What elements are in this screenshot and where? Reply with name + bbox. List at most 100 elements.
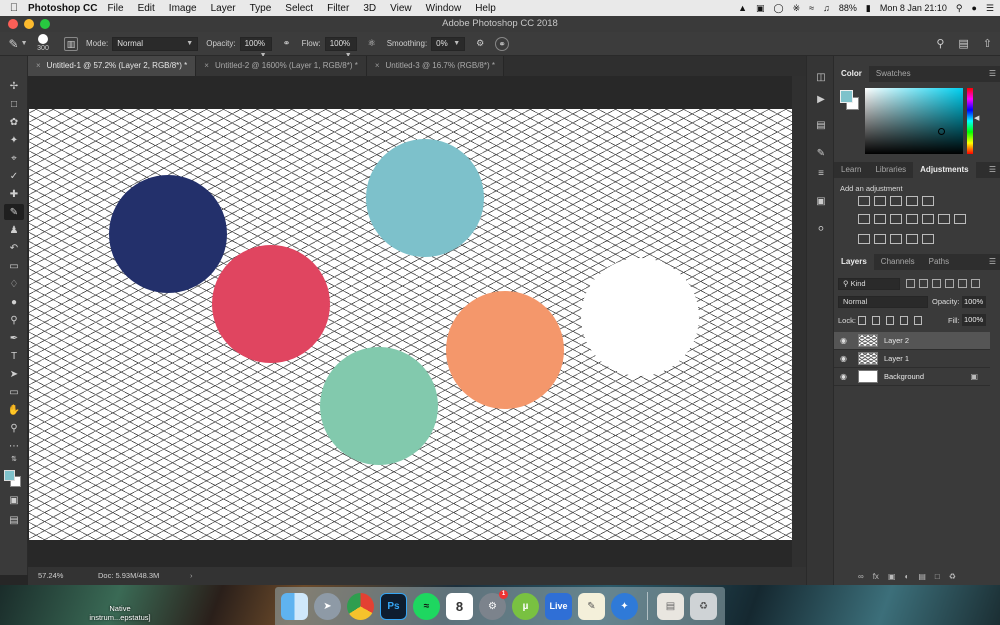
notification-center-icon[interactable]: ☰ <box>986 3 994 14</box>
channel-mixer-icon[interactable] <box>938 214 950 224</box>
rectangle-tool-icon[interactable]: ▭ <box>4 384 24 400</box>
lock-all-icon[interactable] <box>914 316 922 325</box>
panel-menu-icon[interactable]: ☰ <box>989 162 996 178</box>
share-icon[interactable]: ⇧ <box>983 37 992 50</box>
fill-input[interactable]: 100% <box>962 314 986 326</box>
zoom-tool-icon[interactable]: ⚲ <box>4 420 24 436</box>
brush-preset-icon[interactable]: ✎ ▼ <box>6 34 30 54</box>
menu-window[interactable]: Window <box>426 3 462 14</box>
tab-learn[interactable]: Learn <box>834 162 868 178</box>
clone-stamp-tool-icon[interactable]: ♟ <box>4 222 24 238</box>
opacity-input[interactable]: 100% ▼ <box>239 36 272 59</box>
wifi-icon[interactable]: ≈ <box>809 3 814 13</box>
hue-slider-handle-icon[interactable]: ◀ <box>974 114 979 122</box>
history-panel-icon[interactable]: ◫ <box>813 72 829 86</box>
user-avatar-icon[interactable]: ● <box>971 3 976 13</box>
exposure-icon[interactable] <box>906 196 918 206</box>
lock-position-icon[interactable] <box>886 316 894 325</box>
layer-lock-icon[interactable]: ▣ <box>970 372 978 381</box>
flow-input[interactable]: 100% ▼ <box>324 36 357 59</box>
battery-percent[interactable]: 88% <box>839 3 857 13</box>
tab-layers[interactable]: Layers <box>834 254 874 270</box>
libraries-cloud-icon[interactable]: ⚪ <box>813 224 829 238</box>
layer-kind-filter[interactable]: ⚲ Kind <box>838 278 900 290</box>
layer-row-layer-1[interactable]: ◉ Layer 1 <box>834 350 990 368</box>
color-picker-marker[interactable] <box>938 128 945 135</box>
chrome-icon[interactable] <box>347 592 374 620</box>
utorrent-icon[interactable]: µ <box>512 592 539 620</box>
brush-panel-toggle-icon[interactable]: ▥ <box>64 36 78 51</box>
type-filter-icon[interactable] <box>932 279 941 288</box>
notes-app-icon[interactable]: ✎ <box>578 592 605 620</box>
photo-filter-icon[interactable] <box>922 214 934 224</box>
levels-icon[interactable] <box>874 196 886 206</box>
posterize-icon[interactable] <box>874 234 886 244</box>
smart-object-filter-icon[interactable] <box>958 279 967 288</box>
documents-stack-icon[interactable]: ▤ <box>657 592 684 620</box>
apple-menu-icon[interactable]:  <box>0 2 28 14</box>
panel-foreground-swatch[interactable] <box>840 90 853 103</box>
visibility-eye-icon[interactable]: ◉ <box>840 354 847 363</box>
type-tool-icon[interactable]: T <box>4 348 24 364</box>
lock-transparent-icon[interactable] <box>858 316 866 325</box>
actions-play-icon[interactable]: ▶ <box>813 94 829 108</box>
filter-toggle-icon[interactable] <box>971 279 980 288</box>
eyedropper-tool-icon[interactable]: ✓ <box>4 168 24 184</box>
panel-menu-icon[interactable]: ☰ <box>989 254 996 270</box>
finder-icon[interactable] <box>281 592 308 620</box>
trash-icon[interactable]: ♻ <box>690 592 717 620</box>
black-white-icon[interactable] <box>906 214 918 224</box>
tab-color[interactable]: Color <box>834 66 869 82</box>
lasso-tool-icon[interactable]: ✿ <box>4 114 24 130</box>
eraser-tool-icon[interactable]: ▭ <box>4 258 24 274</box>
3d-cube-icon[interactable]: ▣ <box>813 196 829 210</box>
blend-mode-select[interactable]: Normal <box>838 296 928 308</box>
zoom-window-button[interactable] <box>40 19 50 29</box>
new-group-folder-icon[interactable]: ▤ <box>918 572 926 581</box>
minimize-window-button[interactable] <box>24 19 34 29</box>
tab-paths[interactable]: Paths <box>922 254 956 270</box>
zoom-level[interactable]: 57.24% <box>38 567 63 585</box>
menu-image[interactable]: Image <box>169 3 197 14</box>
screen-mode-icon[interactable]: ▤ <box>4 512 24 528</box>
desktop-file-label[interactable]: Native instrum...epstatus] <box>70 604 170 622</box>
foreground-color-swatch[interactable] <box>4 470 15 481</box>
pressure-size-icon[interactable]: ⚭ <box>495 36 510 51</box>
shape-filter-icon[interactable] <box>945 279 954 288</box>
pen-tool-icon[interactable]: ✒ <box>4 330 24 346</box>
ableton-live-icon[interactable]: Live <box>545 592 572 620</box>
hue-saturation-icon[interactable] <box>874 214 886 224</box>
vibrance-icon[interactable] <box>858 214 870 224</box>
bluetooth-icon[interactable]: ※ <box>793 3 801 14</box>
menu-3d[interactable]: 3D <box>363 3 376 14</box>
tab-libraries[interactable]: Libraries <box>868 162 913 178</box>
history-brush-tool-icon[interactable]: ↶ <box>4 240 24 256</box>
status-menu-arrow-icon[interactable]: › <box>190 567 193 585</box>
menu-view[interactable]: View <box>390 3 412 14</box>
pixel-filter-icon[interactable] <box>906 279 915 288</box>
menu-help[interactable]: Help <box>475 3 496 14</box>
selective-color-icon[interactable] <box>906 234 918 244</box>
quick-mask-icon[interactable]: ▣ <box>4 492 24 508</box>
menu-type[interactable]: Type <box>250 3 272 14</box>
paint-bucket-tool-icon[interactable]: ♢ <box>4 276 24 292</box>
photoshop-icon[interactable]: Ps <box>380 592 407 620</box>
color-lookup-icon[interactable] <box>954 214 966 224</box>
layer-row-layer-2[interactable]: ◉ Layer 2 <box>834 332 990 350</box>
layer-opacity-input[interactable]: 100% <box>962 296 986 308</box>
menu-edit[interactable]: Edit <box>138 3 155 14</box>
swap-colors-icon[interactable]: ⇅ <box>4 454 24 464</box>
gradient-map-icon[interactable] <box>922 234 934 244</box>
hd-icon[interactable]: ▣ <box>756 3 765 14</box>
close-tab-icon[interactable]: × <box>375 61 380 70</box>
app-menu[interactable]: Photoshop CC <box>28 3 97 14</box>
invert-icon[interactable] <box>858 234 870 244</box>
color-balance-icon[interactable] <box>890 214 902 224</box>
smoothing-settings-gear-icon[interactable]: ⚙ <box>473 37 487 51</box>
tab-channels[interactable]: Channels <box>874 254 922 270</box>
menu-layer[interactable]: Layer <box>211 3 236 14</box>
lock-artboard-icon[interactable] <box>900 316 908 325</box>
panel-menu-icon[interactable]: ☰ <box>989 66 996 82</box>
workspace-switcher-icon[interactable]: ▤ <box>958 37 968 50</box>
layer-style-fx-icon[interactable]: fx <box>873 572 879 581</box>
